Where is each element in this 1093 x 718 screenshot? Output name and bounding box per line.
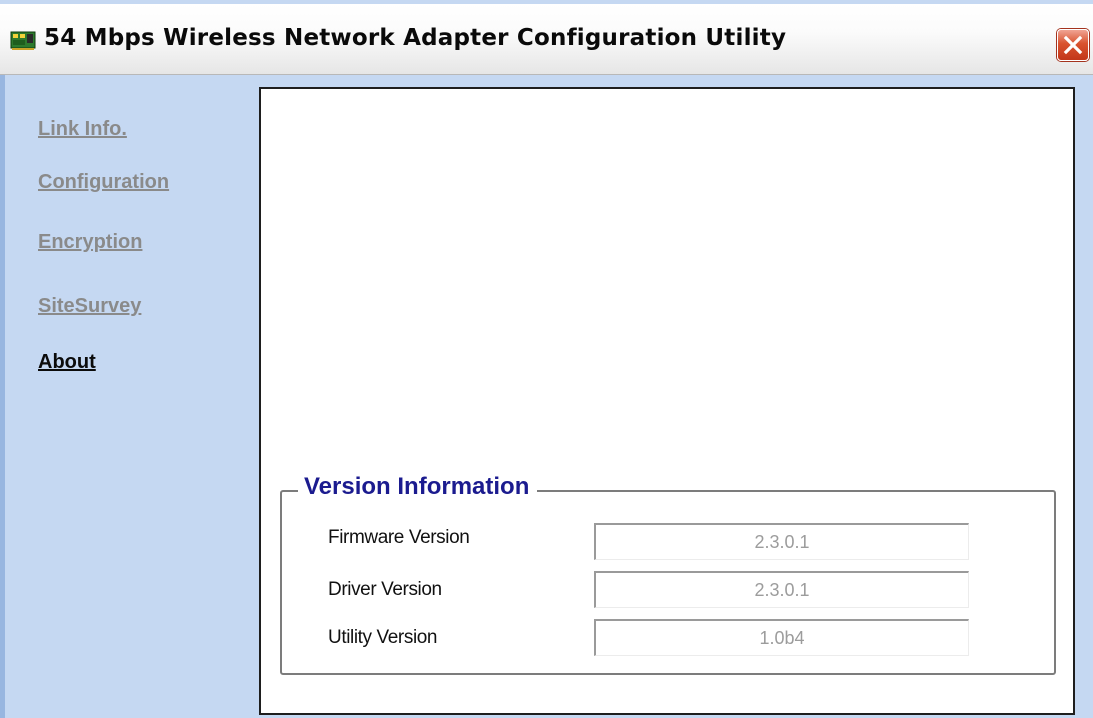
window-frame-left — [0, 75, 5, 718]
network-adapter-icon — [10, 29, 36, 51]
nav-item-about[interactable]: About — [38, 351, 96, 374]
utility-version-field: 1.0b4 — [594, 619, 969, 656]
nav-item-site-survey[interactable]: SiteSurvey — [38, 295, 141, 318]
firmware-version-label: Firmware Version — [328, 527, 470, 548]
firmware-version-field: 2.3.0.1 — [594, 523, 969, 560]
group-title: Version Information — [298, 473, 538, 501]
content-panel: Version Information Firmware Version 2.3… — [259, 87, 1075, 715]
driver-version-field: 2.3.0.1 — [594, 571, 969, 608]
version-information-group: Version Information Firmware Version 2.3… — [280, 473, 1056, 675]
nav-item-configuration[interactable]: Configuration — [38, 171, 169, 194]
driver-version-label: Driver Version — [328, 579, 442, 600]
close-icon — [1063, 35, 1083, 55]
utility-version-label: Utility Version — [328, 627, 438, 648]
app-window: 54 Mbps Wireless Network Adapter Configu… — [0, 0, 1093, 718]
nav-item-link-info[interactable]: Link Info. — [38, 118, 127, 141]
window-title: 54 Mbps Wireless Network Adapter Configu… — [44, 25, 787, 51]
nav-item-encryption[interactable]: Encryption — [38, 231, 142, 254]
title-bar[interactable]: 54 Mbps Wireless Network Adapter Configu… — [0, 4, 1093, 75]
close-button[interactable] — [1057, 29, 1089, 61]
